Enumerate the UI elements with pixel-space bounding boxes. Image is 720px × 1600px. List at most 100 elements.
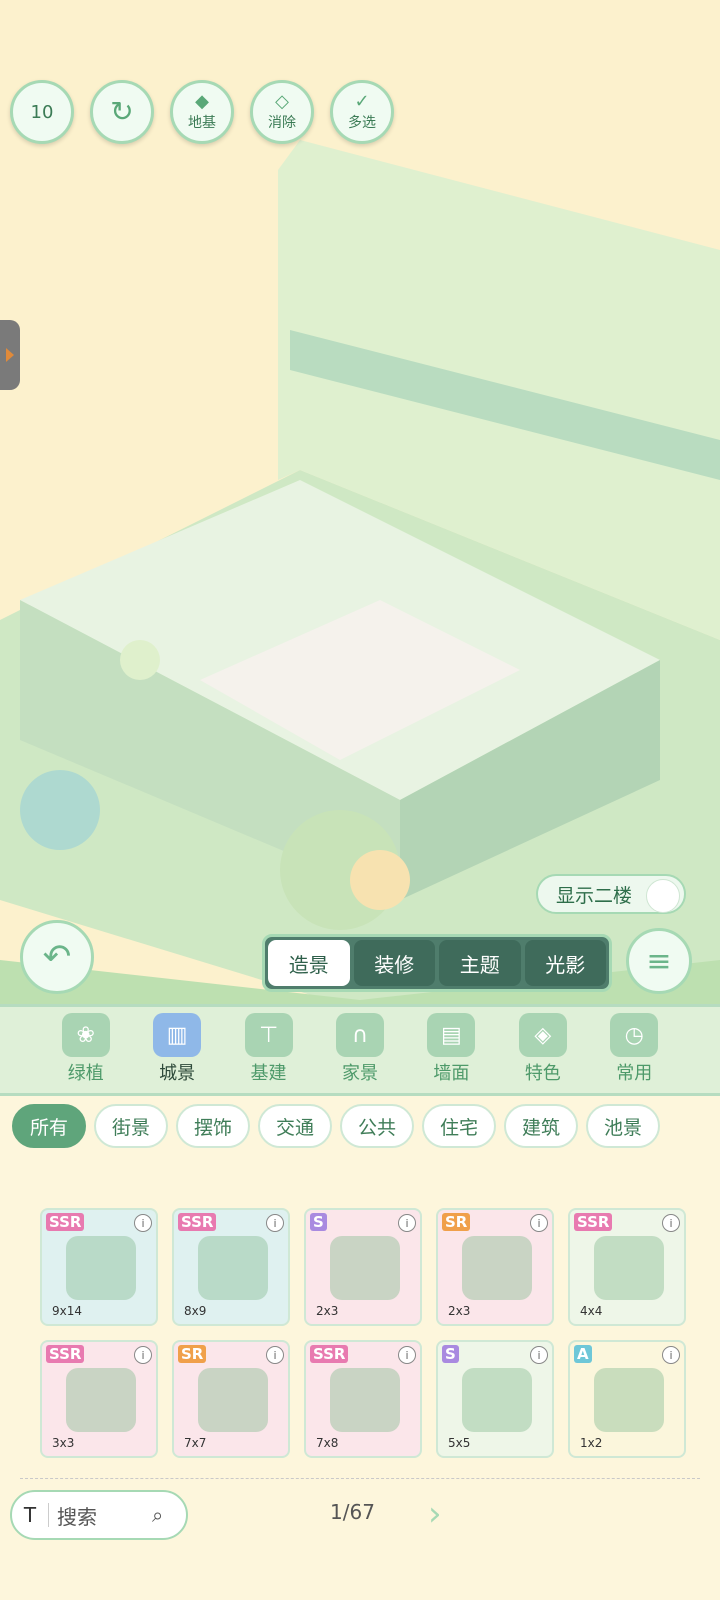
rarity-badge: S [442,1345,459,1363]
divider [20,1478,700,1479]
side-panel-toggle[interactable] [0,320,20,390]
mode-tab-theme[interactable]: 主题 [439,940,521,986]
crane-icon: ⊤ [244,1013,293,1057]
toggle-knob [646,879,680,913]
menu-button[interactable]: ≡ [626,928,692,994]
item-card[interactable]: SR i 7x7 [172,1340,290,1458]
rarity-badge: SSR [574,1213,613,1231]
rarity-badge: S [310,1213,327,1231]
info-icon[interactable]: i [398,1346,416,1364]
search-icon[interactable]: ⌕ [152,1503,186,1527]
erase-label: 消除 [268,115,296,131]
garden-house-artwork [0,140,720,1020]
subtab-public[interactable]: 公共 [340,1104,414,1148]
item-size: 9x14 [52,1304,83,1318]
subtab-street[interactable]: 街景 [94,1104,168,1148]
foundation-icon: ◆ [195,91,209,112]
info-icon[interactable]: i [134,1214,152,1232]
subtab-architecture[interactable]: 建筑 [504,1104,578,1148]
item-thumbnail [198,1236,268,1300]
subtab-ornament[interactable]: 摆饰 [176,1104,250,1148]
foundation-label: 地基 [188,115,216,131]
game-scene[interactable]: 10 ↻ ◆ 地基 ◇ 消除 ✓ 多选 显示二楼 ↶ 造景 装修 主题 光影 ≡ [0,0,720,1020]
mode-tab-decorate[interactable]: 装修 [353,940,435,986]
category-cityscape[interactable]: ▥ 城景 [137,1013,217,1093]
info-icon[interactable]: i [530,1214,548,1232]
category-plants[interactable]: ❀ 绿植 [46,1013,126,1093]
show-second-floor-toggle[interactable]: 显示二楼 [536,874,686,914]
subtab-pond[interactable]: 池景 [586,1104,660,1148]
item-card[interactable]: SSR i 9x14 [40,1208,158,1326]
cube-icon: ◈ [518,1013,567,1057]
info-icon[interactable]: i [398,1214,416,1232]
eraser-icon: ◇ [275,91,289,112]
item-thumbnail [66,1236,136,1300]
item-size: 8x9 [184,1304,207,1318]
item-thumbnail [594,1368,664,1432]
item-size: 3x3 [52,1436,75,1450]
multiselect-button[interactable]: ✓ 多选 [330,80,394,144]
next-page-arrow-icon[interactable]: › [428,1494,462,1534]
category-special[interactable]: ◈ 特色 [503,1013,583,1093]
info-icon[interactable]: i [530,1346,548,1364]
item-size: 4x4 [580,1304,603,1318]
item-size: 2x3 [316,1304,339,1318]
building-icon: ▥ [153,1013,202,1057]
item-card[interactable]: SSR i 7x8 [304,1340,422,1458]
item-card[interactable]: SSR i 8x9 [172,1208,290,1326]
foundation-button[interactable]: ◆ 地基 [170,80,234,144]
item-thumbnail [330,1236,400,1300]
item-card[interactable]: Si 5x5 [436,1340,554,1458]
search-box[interactable]: T 搜索 ⌕ [10,1490,188,1540]
arch-icon: ∩ [335,1013,384,1057]
search-input[interactable]: 搜索 [49,1501,152,1530]
info-icon[interactable]: i [266,1214,284,1232]
category-frequent[interactable]: ◷ 常用 [594,1013,674,1093]
calendar-clock-icon: ◷ [610,1013,659,1057]
item-card[interactable]: SSR i 3x3 [40,1340,158,1458]
item-thumbnail [594,1236,664,1300]
mode-tab-lighting[interactable]: 光影 [524,940,606,986]
item-size: 1x2 [580,1436,603,1450]
subtab-residential[interactable]: 住宅 [422,1104,496,1148]
item-grid: SSR i 9x14 SSR i 8x9 Si 2x3 SR i 2x3 SSR i 4x4 SSR i 3x3… [40,1208,690,1458]
text-tool-icon[interactable]: T [12,1503,49,1527]
page-indicator: 1/67 [330,1500,375,1524]
erase-button[interactable]: ◇ 消除 [250,80,314,144]
mode-tab-scenery[interactable]: 造景 [268,940,350,986]
item-thumbnail [462,1368,532,1432]
category-walls[interactable]: ▤ 墙面 [411,1013,491,1093]
back-button[interactable]: ↶ [20,920,94,994]
rarity-badge: SR [442,1213,471,1231]
redo-button[interactable]: ↻ [90,80,154,144]
back-arrow-icon: ↶ [42,937,72,977]
item-thumbnail [66,1368,136,1432]
subtab-all[interactable]: 所有 [12,1104,86,1148]
rarity-badge: SR [178,1345,207,1363]
info-icon[interactable]: i [266,1346,284,1364]
info-icon[interactable]: i [662,1346,680,1364]
item-card[interactable]: SR i 2x3 [436,1208,554,1326]
rarity-badge: SSR [46,1213,85,1231]
rarity-badge: SSR [178,1213,217,1231]
info-icon[interactable]: i [134,1346,152,1364]
multiselect-label: 多选 [348,115,376,131]
item-card[interactable]: Si 2x3 [304,1208,422,1326]
item-size: 7x8 [316,1436,339,1450]
menu-icon: ≡ [646,943,672,979]
category-bar: ❀ 绿植 ▥ 城景 ⊤ 基建 ∩ 家景 ▤ 墙面 ◈ 特色 ◷ 常用 [0,1004,720,1096]
info-icon[interactable]: i [662,1214,680,1232]
item-thumbnail [330,1368,400,1432]
category-home[interactable]: ∩ 家景 [320,1013,400,1093]
check-icon: ✓ [354,91,370,112]
item-size: 7x7 [184,1436,207,1450]
item-thumbnail [462,1236,532,1300]
subtab-transport[interactable]: 交通 [258,1104,332,1148]
item-card[interactable]: Ai 1x2 [568,1340,686,1458]
item-card[interactable]: SSR i 4x4 [568,1208,686,1326]
category-infrastructure[interactable]: ⊤ 基建 [229,1013,309,1093]
subcategory-tabs: 所有 街景 摆饰 交通 公共 住宅 建筑 池景 [12,1104,712,1148]
rarity-badge: SSR [46,1345,85,1363]
undo-button[interactable]: 10 [10,80,74,144]
show-second-floor-label: 显示二楼 [556,884,633,907]
